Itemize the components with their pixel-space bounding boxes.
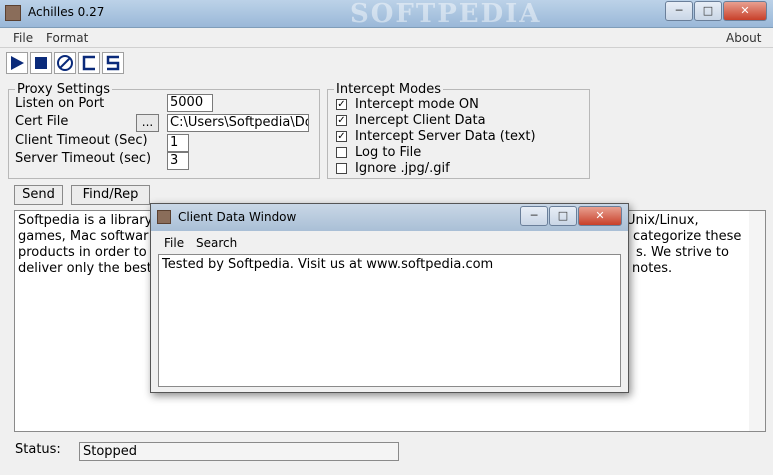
cert-browse-button[interactable]: ... xyxy=(136,114,159,132)
client-window-menu-bar: File Search xyxy=(151,234,628,252)
cert-file-input[interactable]: C:\Users\Softpedia\Do xyxy=(167,114,309,132)
client-timeout-input[interactable]: 1 xyxy=(167,134,189,152)
checkbox-box: ✓ xyxy=(336,99,347,110)
minimize-button[interactable]: ─ xyxy=(665,1,693,21)
proxy-settings-legend: Proxy Settings xyxy=(15,82,113,97)
play-icon xyxy=(11,56,24,70)
checkbox-label: Intercept mode ON xyxy=(355,97,479,112)
client-timeout-label: Client Timeout (Sec) xyxy=(15,133,148,148)
close-button[interactable]: ✕ xyxy=(578,206,622,226)
client-window-button[interactable] xyxy=(78,52,100,74)
checkbox-box xyxy=(336,163,347,174)
app-icon xyxy=(157,210,171,224)
no-icon xyxy=(57,55,73,71)
status-value: Stopped xyxy=(79,442,399,461)
client-menu-file[interactable]: File xyxy=(164,236,184,250)
checkbox-label: Log to File xyxy=(355,145,422,160)
checkbox-label: Inercept Client Data xyxy=(355,113,486,128)
title-bar[interactable]: Achilles 0.27 SOFTPEDIA ─ □ ✕ xyxy=(0,0,773,29)
app-icon xyxy=(5,5,21,21)
toolbar xyxy=(6,52,126,76)
start-button[interactable] xyxy=(6,52,28,74)
text-line-1-start: Softpedia is a library xyxy=(18,213,153,228)
text-line-2-start: games, Mac softwar xyxy=(18,229,149,244)
s-icon xyxy=(106,55,120,71)
stop-icon xyxy=(35,57,47,69)
listen-port-label: Listen on Port xyxy=(15,96,105,111)
ignore-images-checkbox[interactable]: Ignore .jpg/.gif xyxy=(336,161,450,176)
menu-bar: File Format About xyxy=(0,29,773,48)
client-window-title: Client Data Window xyxy=(178,210,297,224)
menu-format[interactable]: Format xyxy=(46,31,88,45)
checkbox-label: Intercept Server Data (text) xyxy=(355,129,536,144)
maximize-button[interactable]: □ xyxy=(694,1,722,21)
log-to-file-checkbox[interactable]: Log to File xyxy=(336,145,421,160)
vertical-scrollbar[interactable] xyxy=(749,211,765,431)
disable-button[interactable] xyxy=(54,52,76,74)
client-window-title-bar[interactable]: Client Data Window ─ □ ✕ xyxy=(151,204,628,231)
menu-about[interactable]: About xyxy=(726,31,761,45)
cert-file-label: Cert File xyxy=(15,114,69,129)
status-label: Status: xyxy=(15,442,61,457)
server-timeout-input[interactable]: 3 xyxy=(167,152,189,170)
find-replace-button[interactable]: Find/Rep xyxy=(71,185,150,205)
text-line-3-start: products in order to xyxy=(18,245,147,260)
client-data-window: Client Data Window ─ □ ✕ File Search Tes… xyxy=(150,203,629,393)
text-line-3-end: s. We strive to xyxy=(636,245,729,260)
c-icon xyxy=(82,55,95,71)
checkbox-box: ✓ xyxy=(336,131,347,142)
checkbox-box xyxy=(336,147,347,158)
client-data-textarea[interactable]: Tested by Softpedia. Visit us at www.sof… xyxy=(158,254,621,387)
text-line-4-start: deliver only the best xyxy=(18,261,152,276)
checkbox-label: Ignore .jpg/.gif xyxy=(355,161,450,176)
text-line-4-end: notes. xyxy=(632,261,673,276)
close-button[interactable]: ✕ xyxy=(723,1,767,21)
client-menu-search[interactable]: Search xyxy=(196,236,237,250)
window-title: Achilles 0.27 xyxy=(28,5,105,19)
server-timeout-label: Server Timeout (sec) xyxy=(15,151,152,166)
intercept-modes-legend: Intercept Modes xyxy=(334,82,444,97)
stop-button[interactable] xyxy=(30,52,52,74)
intercept-mode-on-checkbox[interactable]: ✓ Intercept mode ON xyxy=(336,97,479,112)
maximize-button[interactable]: □ xyxy=(549,206,577,226)
send-button[interactable]: Send xyxy=(14,185,63,205)
intercept-server-data-checkbox[interactable]: ✓ Intercept Server Data (text) xyxy=(336,129,536,144)
text-line-2-end: categorize these xyxy=(633,229,742,244)
listen-port-input[interactable]: 5000 xyxy=(167,94,213,112)
intercept-client-data-checkbox[interactable]: ✓ Inercept Client Data xyxy=(336,113,486,128)
softpedia-watermark: SOFTPEDIA xyxy=(350,0,542,29)
menu-file[interactable]: File xyxy=(13,31,33,45)
text-line-1-end: Unix/Linux, xyxy=(626,213,699,228)
minimize-button[interactable]: ─ xyxy=(520,206,548,226)
server-window-button[interactable] xyxy=(102,52,124,74)
checkbox-box: ✓ xyxy=(336,115,347,126)
